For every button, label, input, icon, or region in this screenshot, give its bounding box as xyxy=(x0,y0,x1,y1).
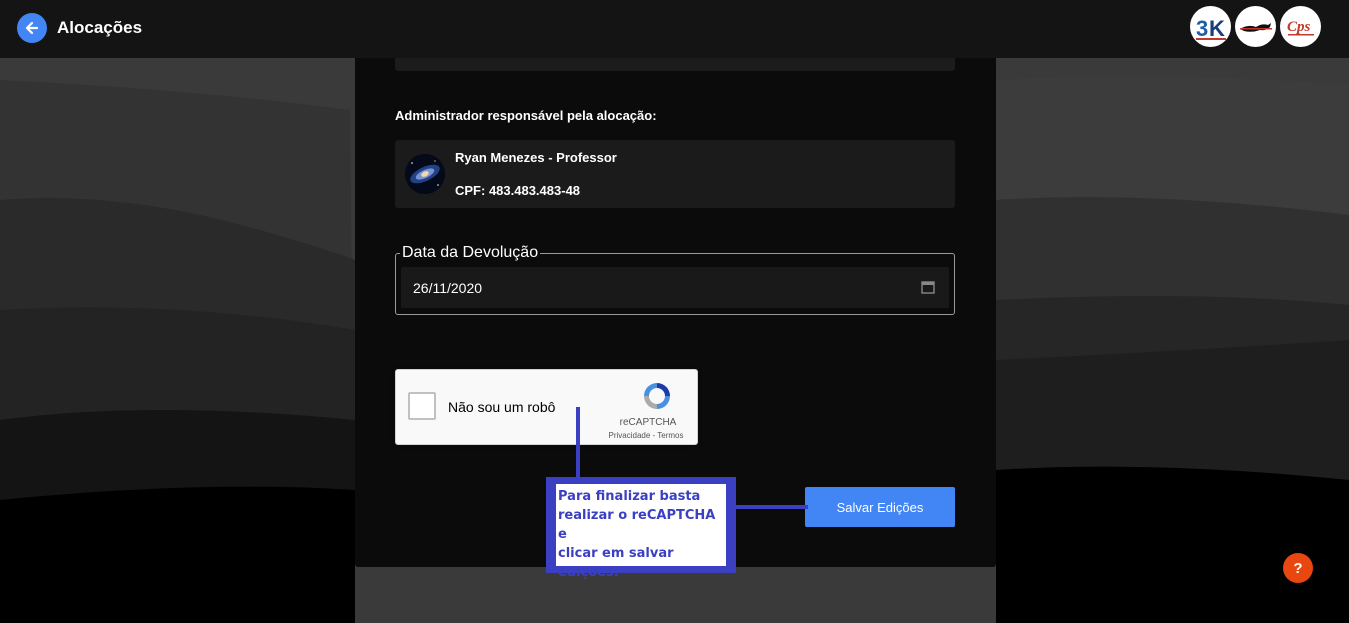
annotation-callout: Para finalizar basta realizar o reCAPTCH… xyxy=(546,477,736,580)
3k-logo-icon: 3 K xyxy=(1195,16,1226,41)
return-date-value: 26/11/2020 xyxy=(413,280,483,296)
back-button[interactable] xyxy=(17,13,47,43)
return-date-input[interactable]: 26/11/2020 xyxy=(401,267,949,308)
recaptcha-links[interactable]: Privacidade - Termos xyxy=(601,431,691,440)
recaptcha-widget: Não sou um robô reCAPTCHA Privacidade - … xyxy=(395,369,698,445)
previous-field xyxy=(395,58,955,71)
recaptcha-logo-icon xyxy=(644,383,670,409)
svg-text:3: 3 xyxy=(1196,16,1208,41)
annotation-connector-vertical xyxy=(576,407,580,479)
avatar xyxy=(405,154,445,194)
return-date-label: Data da Devolução xyxy=(400,244,541,262)
save-edits-button[interactable]: Salvar Edições xyxy=(805,487,955,527)
cps-3k-logo[interactable]: 3 K xyxy=(1190,6,1231,47)
admin-name: Ryan Menezes - Professor xyxy=(455,150,617,165)
svg-text:K: K xyxy=(1209,16,1225,41)
cps-logo[interactable]: Cps xyxy=(1280,6,1321,47)
top-bar: Alocações 3 K Cps xyxy=(0,0,1349,58)
annotation-line: clicar em salvar edições. xyxy=(558,546,674,580)
page-title: Alocações xyxy=(57,18,143,37)
help-button[interactable]: ? xyxy=(1283,553,1313,583)
annotation-line: Para finalizar basta xyxy=(558,489,701,504)
admin-card: Ryan Menezes - Professor CPF: 483.483.48… xyxy=(395,140,955,208)
admin-section-label: Administrador responsável pela alocação: xyxy=(395,108,657,123)
annotation-text: Para finalizar basta realizar o reCAPTCH… xyxy=(556,484,726,580)
mustang-logo[interactable] xyxy=(1235,6,1276,47)
cps-logo-icon: Cps xyxy=(1287,19,1314,35)
annotation-connector-horizontal xyxy=(734,505,808,509)
annotation-line: realizar o reCAPTCHA e xyxy=(558,508,716,542)
svg-text:Cps: Cps xyxy=(1287,19,1311,35)
galaxy-avatar-icon xyxy=(405,154,445,194)
recaptcha-brand: reCAPTCHA xyxy=(619,417,677,428)
calendar-icon[interactable] xyxy=(921,280,935,294)
horse-icon xyxy=(1239,22,1272,32)
return-date-field: Data da Devolução 26/11/2020 xyxy=(395,244,955,315)
admin-cpf: CPF: 483.483.483-48 xyxy=(455,183,581,198)
recaptcha-checkbox[interactable] xyxy=(408,392,436,420)
arrow-left-icon xyxy=(25,21,39,35)
recaptcha-label: Não sou um robô xyxy=(448,399,556,415)
